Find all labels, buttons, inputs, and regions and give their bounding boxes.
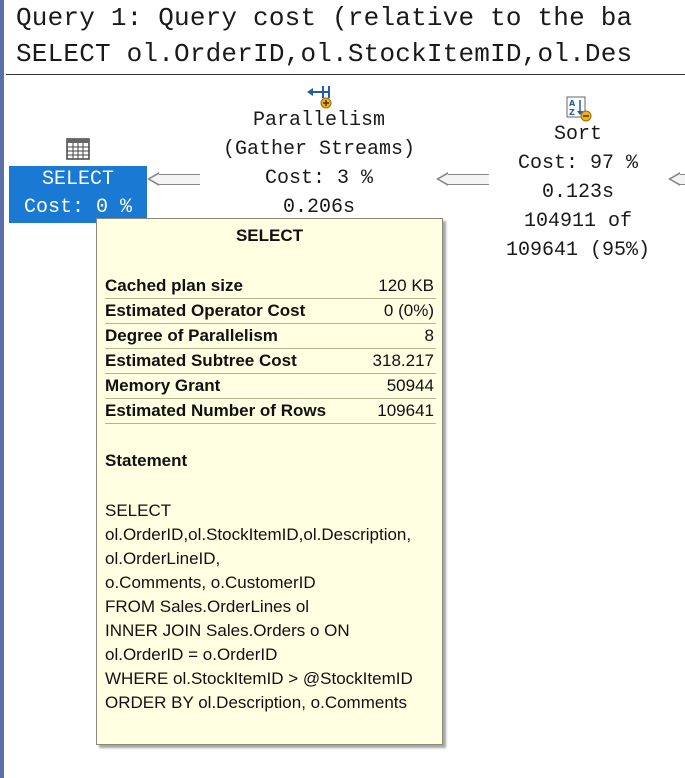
sort-node-label: Sort <box>553 123 602 146</box>
query-cost-heading: Query 1: Query cost (relative to the ba <box>16 3 633 33</box>
tooltip-row-degree-of-parallelism: Degree of Parallelism 8 <box>105 324 436 349</box>
tooltip-value: 109641 <box>377 401 434 420</box>
tooltip-value: 0 (0%) <box>383 301 434 320</box>
sort-node[interactable]: Sort Cost: 97 % 0.123s 104911 of 109641 … <box>478 120 678 265</box>
tooltip-row-estimated-operator-cost: Estimated Operator Cost 0 (0%) <box>105 299 436 324</box>
tooltip-row-memory-grant: Memory Grant 50944 <box>105 374 436 399</box>
header-divider <box>6 74 685 75</box>
tooltip-key: Degree of Parallelism <box>105 326 278 345</box>
query-text-preview: SELECT ol.OrderID,ol.StockItemID,ol.Des <box>16 39 633 69</box>
sort-node-rows-line2: 109641 (95%) <box>505 239 651 262</box>
svg-text:Z: Z <box>569 108 575 117</box>
tooltip-key: Estimated Operator Cost <box>105 301 306 320</box>
tooltip-key: Estimated Subtree Cost <box>105 351 297 370</box>
tooltip-value: 318.217 <box>372 351 434 370</box>
tooltip-statement-text: SELECT ol.OrderID,ol.StockItemID,ol.Desc… <box>105 501 413 712</box>
sort-node-cost: Cost: 97 % <box>517 152 639 175</box>
parallelism-node-label: Parallelism <box>252 109 386 132</box>
tooltip-statement-heading: Statement <box>105 451 188 470</box>
select-node[interactable]: SELECT Cost: 0 % <box>9 166 147 223</box>
window-left-border <box>0 0 4 778</box>
tooltip-row-estimated-number-of-rows: Estimated Number of Rows 109641 <box>105 399 436 424</box>
tooltip-value: 8 <box>424 326 434 345</box>
tooltip-key: Memory Grant <box>105 376 221 395</box>
parallelism-node-cost: Cost: 3 % <box>264 167 374 190</box>
tooltip-key: Estimated Number of Rows <box>105 401 327 420</box>
execution-plan-pane: Query 1: Query cost (relative to the ba … <box>0 0 685 778</box>
tooltip-row-estimated-subtree-cost: Estimated Subtree Cost 318.217 <box>105 349 436 374</box>
sort-node-time: 0.123s <box>541 181 614 204</box>
select-node-label: SELECT <box>41 168 114 191</box>
tooltip-title: SELECT <box>235 226 304 245</box>
table-grid-icon[interactable] <box>66 138 90 165</box>
sort-node-rows-line1: 104911 of <box>523 210 633 233</box>
tooltip-value: 120 KB <box>378 276 434 295</box>
parallelism-node-sublabel: (Gather Streams) <box>222 138 416 161</box>
operator-tooltip: SELECT Cached plan size 120 KB Estimated… <box>96 218 443 745</box>
parallelism-node[interactable]: Parallelism (Gather Streams) Cost: 3 % 0… <box>205 106 433 222</box>
tooltip-row-cached-plan-size: Cached plan size 120 KB <box>105 274 436 299</box>
tooltip-value: 50944 <box>386 376 434 395</box>
tooltip-key: Cached plan size <box>105 276 243 295</box>
svg-text:A: A <box>569 99 576 108</box>
